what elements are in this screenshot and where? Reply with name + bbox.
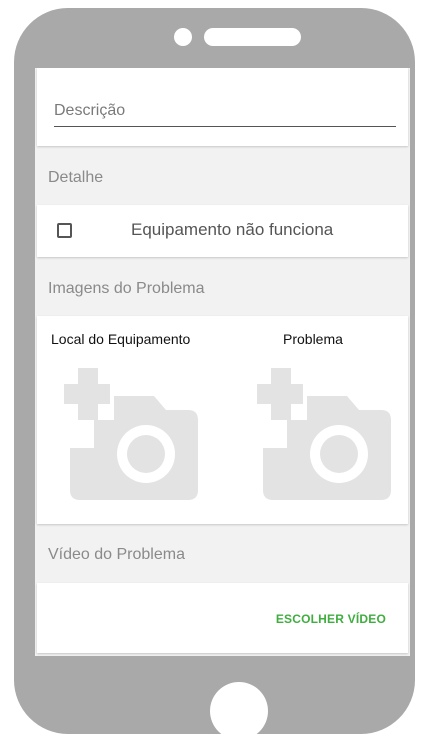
home-button[interactable] [210,682,268,740]
app-screen: Descrição Detalhe Equipamento não funcio… [35,68,410,656]
description-input[interactable]: Descrição [54,102,125,120]
speaker-grille [204,28,301,46]
choose-video-button[interactable]: ESCOLHER VÍDEO [276,612,386,626]
equipment-checkbox-label[interactable]: Equipamento não funciona [131,220,333,240]
add-photo-icon[interactable] [64,368,200,500]
description-card: Descrição [37,68,408,146]
video-card: ESCOLHER VÍDEO [37,583,408,653]
camera-dot [174,28,192,46]
images-section-title: Imagens do Problema [48,280,205,297]
video-section-title: Vídeo do Problema [48,546,185,563]
detail-section-title: Detalhe [48,169,104,186]
image-slot-label-location: Local do Equipamento [51,331,191,347]
add-photo-icon[interactable] [257,368,393,500]
equipment-status-card[interactable]: Equipamento não funciona [37,205,408,257]
images-card: Local do Equipamento Problema [37,316,408,524]
description-underline [54,126,396,127]
equipment-checkbox[interactable] [57,223,72,238]
image-slot-label-problem: Problema [283,331,343,347]
